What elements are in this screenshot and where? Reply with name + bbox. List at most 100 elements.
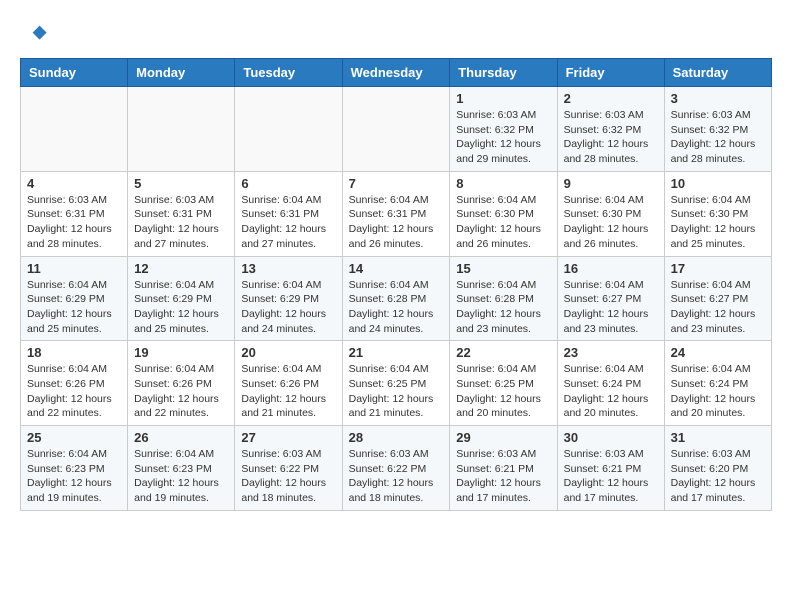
calendar-cell: 29 Sunrise: 6:03 AM Sunset: 6:21 PM Dayli…: [450, 426, 557, 511]
header: [20, 20, 772, 48]
day-number: 2: [564, 91, 658, 106]
day-number: 23: [564, 345, 658, 360]
calendar-cell: 24Sunrise: 6:04 AM Sunset: 6:24 PM Dayli…: [664, 341, 771, 426]
day-info: Sunrise: 6:04 AM Sunset: 6:31 PM Dayligh…: [349, 193, 444, 252]
calendar-cell: 18 Sunrise: 6:04 AM Sunset: 6:26 PM Dayli…: [21, 341, 128, 426]
calendar-cell: 14 Sunrise: 6:04 AM Sunset: 6:28 PM Dayli…: [342, 256, 450, 341]
day-info: Sunrise: 6:04 AM Sunset: 6:24 PM Dayligh…: [671, 362, 765, 421]
calendar-cell: 1 Sunrise: 6:03 AM Sunset: 6:32 PM Daylig…: [450, 87, 557, 172]
day-info: Sunrise: 6:03 AM Sunset: 6:31 PM Dayligh…: [27, 193, 121, 252]
day-info: Sunrise: 6:03 AM Sunset: 6:21 PM Dayligh…: [456, 447, 550, 506]
day-number: 12: [134, 261, 228, 276]
day-number: 6: [241, 176, 335, 191]
calendar-cell: 20Sunrise: 6:04 AM Sunset: 6:26 PM Dayli…: [235, 341, 342, 426]
calendar-cell: 22 Sunrise: 6:04 AM Sunset: 6:25 PM Dayli…: [450, 341, 557, 426]
calendar-week-5: 25 Sunrise: 6:04 AM Sunset: 6:23 PM Dayli…: [21, 426, 772, 511]
day-info: Sunrise: 6:04 AM Sunset: 6:26 PM Dayligh…: [134, 362, 228, 421]
day-number: 4: [27, 176, 121, 191]
logo-icon: [20, 20, 48, 48]
day-info: Sunrise: 6:03 AM Sunset: 6:32 PM Dayligh…: [671, 108, 765, 167]
day-number: 29: [456, 430, 550, 445]
calendar-week-2: 4 Sunrise: 6:03 AM Sunset: 6:31 PM Daylig…: [21, 171, 772, 256]
calendar-cell: 15Sunrise: 6:04 AM Sunset: 6:28 PM Dayli…: [450, 256, 557, 341]
calendar-cell: 6 Sunrise: 6:04 AM Sunset: 6:31 PM Daylig…: [235, 171, 342, 256]
day-number: 28: [349, 430, 444, 445]
calendar-week-3: 11 Sunrise: 6:04 AM Sunset: 6:29 PM Dayli…: [21, 256, 772, 341]
day-header-tuesday: Tuesday: [235, 59, 342, 87]
day-number: 22: [456, 345, 550, 360]
day-info: Sunrise: 6:03 AM Sunset: 6:32 PM Dayligh…: [456, 108, 550, 167]
day-number: 1: [456, 91, 550, 106]
day-number: 11: [27, 261, 121, 276]
calendar-cell: 7 Sunrise: 6:04 AM Sunset: 6:31 PM Daylig…: [342, 171, 450, 256]
day-info: Sunrise: 6:04 AM Sunset: 6:30 PM Dayligh…: [564, 193, 658, 252]
calendar-cell: 28 Sunrise: 6:03 AM Sunset: 6:22 PM Dayli…: [342, 426, 450, 511]
calendar-cell: [128, 87, 235, 172]
day-info: Sunrise: 6:03 AM Sunset: 6:32 PM Dayligh…: [564, 108, 658, 167]
day-number: 18: [27, 345, 121, 360]
calendar-cell: 13Sunrise: 6:04 AM Sunset: 6:29 PM Dayli…: [235, 256, 342, 341]
day-info: Sunrise: 6:04 AM Sunset: 6:30 PM Dayligh…: [456, 193, 550, 252]
calendar-cell: 16Sunrise: 6:04 AM Sunset: 6:27 PM Dayli…: [557, 256, 664, 341]
day-info: Sunrise: 6:03 AM Sunset: 6:31 PM Dayligh…: [134, 193, 228, 252]
day-number: 25: [27, 430, 121, 445]
day-number: 16: [564, 261, 658, 276]
calendar-cell: 21Sunrise: 6:04 AM Sunset: 6:25 PM Dayli…: [342, 341, 450, 426]
day-number: 27: [241, 430, 335, 445]
calendar-cell: 17Sunrise: 6:04 AM Sunset: 6:27 PM Dayli…: [664, 256, 771, 341]
day-number: 5: [134, 176, 228, 191]
calendar-cell: [21, 87, 128, 172]
day-number: 14: [349, 261, 444, 276]
day-info: Sunrise: 6:04 AM Sunset: 6:29 PM Dayligh…: [241, 278, 335, 337]
calendar-cell: 10 Sunrise: 6:04 AM Sunset: 6:30 PM Dayli…: [664, 171, 771, 256]
day-info: Sunrise: 6:04 AM Sunset: 6:28 PM Dayligh…: [349, 278, 444, 337]
day-info: Sunrise: 6:03 AM Sunset: 6:22 PM Dayligh…: [241, 447, 335, 506]
day-info: Sunrise: 6:04 AM Sunset: 6:24 PM Dayligh…: [564, 362, 658, 421]
day-info: Sunrise: 6:03 AM Sunset: 6:21 PM Dayligh…: [564, 447, 658, 506]
calendar-cell: 9 Sunrise: 6:04 AM Sunset: 6:30 PM Daylig…: [557, 171, 664, 256]
calendar-cell: 4 Sunrise: 6:03 AM Sunset: 6:31 PM Daylig…: [21, 171, 128, 256]
day-number: 21: [349, 345, 444, 360]
calendar-cell: 19 Sunrise: 6:04 AM Sunset: 6:26 PM Dayli…: [128, 341, 235, 426]
day-number: 3: [671, 91, 765, 106]
calendar-cell: 25 Sunrise: 6:04 AM Sunset: 6:23 PM Dayli…: [21, 426, 128, 511]
day-info: Sunrise: 6:04 AM Sunset: 6:29 PM Dayligh…: [27, 278, 121, 337]
day-number: 8: [456, 176, 550, 191]
day-info: Sunrise: 6:04 AM Sunset: 6:28 PM Dayligh…: [456, 278, 550, 337]
day-header-friday: Friday: [557, 59, 664, 87]
calendar: SundayMondayTuesdayWednesdayThursdayFrid…: [20, 58, 772, 511]
calendar-cell: 27 Sunrise: 6:03 AM Sunset: 6:22 PM Dayli…: [235, 426, 342, 511]
day-number: 7: [349, 176, 444, 191]
day-header-thursday: Thursday: [450, 59, 557, 87]
calendar-week-1: 1 Sunrise: 6:03 AM Sunset: 6:32 PM Daylig…: [21, 87, 772, 172]
calendar-cell: 12 Sunrise: 6:04 AM Sunset: 6:29 PM Dayli…: [128, 256, 235, 341]
calendar-header-row: SundayMondayTuesdayWednesdayThursdayFrid…: [21, 59, 772, 87]
day-info: Sunrise: 6:04 AM Sunset: 6:25 PM Dayligh…: [456, 362, 550, 421]
calendar-cell: 30 Sunrise: 6:03 AM Sunset: 6:21 PM Dayli…: [557, 426, 664, 511]
day-info: Sunrise: 6:04 AM Sunset: 6:23 PM Dayligh…: [27, 447, 121, 506]
calendar-cell: 2 Sunrise: 6:03 AM Sunset: 6:32 PM Daylig…: [557, 87, 664, 172]
day-info: Sunrise: 6:04 AM Sunset: 6:23 PM Dayligh…: [134, 447, 228, 506]
day-number: 31: [671, 430, 765, 445]
day-info: Sunrise: 6:04 AM Sunset: 6:26 PM Dayligh…: [27, 362, 121, 421]
calendar-cell: [235, 87, 342, 172]
day-header-wednesday: Wednesday: [342, 59, 450, 87]
day-info: Sunrise: 6:04 AM Sunset: 6:27 PM Dayligh…: [671, 278, 765, 337]
day-number: 19: [134, 345, 228, 360]
day-info: Sunrise: 6:04 AM Sunset: 6:30 PM Dayligh…: [671, 193, 765, 252]
day-info: Sunrise: 6:04 AM Sunset: 6:29 PM Dayligh…: [134, 278, 228, 337]
calendar-cell: 8 Sunrise: 6:04 AM Sunset: 6:30 PM Daylig…: [450, 171, 557, 256]
day-info: Sunrise: 6:04 AM Sunset: 6:31 PM Dayligh…: [241, 193, 335, 252]
day-info: Sunrise: 6:03 AM Sunset: 6:20 PM Dayligh…: [671, 447, 765, 506]
day-header-monday: Monday: [128, 59, 235, 87]
calendar-cell: [342, 87, 450, 172]
day-header-sunday: Sunday: [21, 59, 128, 87]
day-number: 30: [564, 430, 658, 445]
day-number: 10: [671, 176, 765, 191]
day-header-saturday: Saturday: [664, 59, 771, 87]
day-number: 9: [564, 176, 658, 191]
logo: [20, 20, 52, 48]
day-info: Sunrise: 6:03 AM Sunset: 6:22 PM Dayligh…: [349, 447, 444, 506]
calendar-cell: 31 Sunrise: 6:03 AM Sunset: 6:20 PM Dayli…: [664, 426, 771, 511]
calendar-cell: 11 Sunrise: 6:04 AM Sunset: 6:29 PM Dayli…: [21, 256, 128, 341]
